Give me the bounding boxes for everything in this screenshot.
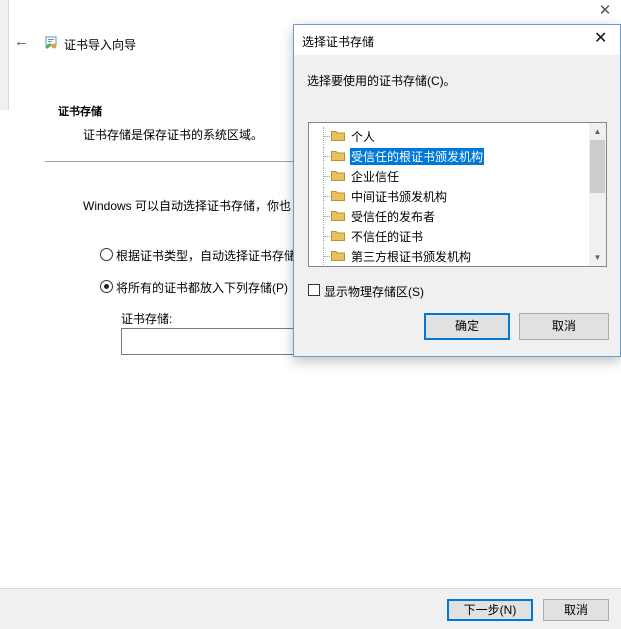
tree-item[interactable]: 受信任的根证书颁发机构 — [309, 147, 593, 166]
dialog-prompt: 选择要使用的证书存储(C)。 — [307, 74, 456, 88]
certificate-icon — [45, 36, 57, 49]
tree-item[interactable]: 受信任的发布者 — [309, 207, 593, 225]
back-arrow-icon[interactable]: ← — [14, 34, 29, 50]
dialog-titlebar: 选择证书存储 ✕ — [294, 25, 620, 55]
tree-branch — [324, 176, 330, 177]
folder-icon — [331, 131, 345, 141]
window-edge — [0, 0, 9, 110]
dialog-close-icon[interactable]: ✕ — [594, 30, 607, 48]
tree-item-label: 受信任的根证书颁发机构 — [348, 147, 486, 166]
scroll-down-icon[interactable]: ▼ — [589, 249, 606, 266]
dialog-title: 选择证书存储 — [302, 35, 375, 49]
intro-text: Windows 可以自动选择证书存储，你也 — [83, 199, 292, 213]
show-physical-checkbox[interactable] — [308, 284, 320, 296]
folder-icon — [331, 251, 345, 261]
tree-item-label: 个人 — [351, 130, 376, 144]
show-physical-label[interactable]: 显示物理存储区(S) — [324, 283, 424, 300]
tree-item-label: 第三方根证书颁发机构 — [351, 250, 472, 264]
tree-branch — [324, 156, 330, 157]
select-certificate-store-dialog: 选择证书存储 ✕ 选择要使用的证书存储(C)。 个人受信任的根证书颁发机构企业信… — [293, 24, 621, 357]
folder-icon — [331, 231, 345, 241]
store-label: 证书存储: — [121, 312, 173, 326]
tree-branch — [324, 216, 330, 217]
tree-item[interactable]: 第三方根证书颁发机构 — [309, 247, 593, 265]
folder-icon — [331, 211, 345, 221]
store-field[interactable] — [121, 328, 301, 355]
dialog-cancel-button[interactable]: 取消 — [519, 313, 609, 340]
tree-branch — [324, 256, 330, 257]
wizard-title: 证书导入向导 — [64, 38, 137, 52]
radio-place-all-label[interactable]: 将所有的证书都放入下列存储(P) — [116, 279, 288, 296]
divider — [45, 161, 305, 162]
tree-branch — [324, 236, 330, 237]
vertical-scrollbar[interactable]: ▲ ▼ — [589, 123, 606, 266]
wizard-footer: 下一步(N) 取消 — [0, 588, 621, 629]
tree-item[interactable]: 不信任的证书 — [309, 227, 593, 245]
wizard-cancel-button[interactable]: 取消 — [543, 599, 609, 621]
radio-auto-select[interactable] — [100, 248, 113, 261]
tree-branch — [324, 196, 330, 197]
folder-icon — [331, 151, 345, 161]
tree-item-label: 不信任的证书 — [351, 230, 424, 244]
tree-item[interactable]: 企业信任 — [309, 167, 593, 185]
ok-button[interactable]: 确定 — [424, 313, 510, 340]
tree-branch — [324, 136, 330, 137]
tree-item-label: 企业信任 — [351, 170, 400, 184]
tree-item[interactable]: 个人 — [309, 127, 593, 145]
tree-item-label: 中间证书颁发机构 — [351, 190, 448, 204]
section-title: 证书存储 — [58, 106, 102, 118]
scroll-thumb[interactable] — [590, 140, 605, 193]
tree-item-label: 受信任的发布者 — [351, 210, 436, 224]
radio-place-all[interactable] — [100, 280, 113, 293]
next-button[interactable]: 下一步(N) — [447, 599, 533, 621]
wizard-close-icon[interactable]: ✕ — [597, 3, 613, 19]
tree-item[interactable]: 中间证书颁发机构 — [309, 187, 593, 205]
folder-icon — [331, 191, 345, 201]
section-description: 证书存储是保存证书的系统区域。 — [83, 128, 264, 142]
radio-auto-select-label[interactable]: 根据证书类型，自动选择证书存储 — [116, 247, 296, 264]
store-tree-list[interactable]: 个人受信任的根证书颁发机构企业信任中间证书颁发机构 受信任的发布者 不信任的证书第三… — [308, 122, 607, 267]
scroll-up-icon[interactable]: ▲ — [589, 123, 606, 140]
folder-icon — [331, 171, 345, 181]
